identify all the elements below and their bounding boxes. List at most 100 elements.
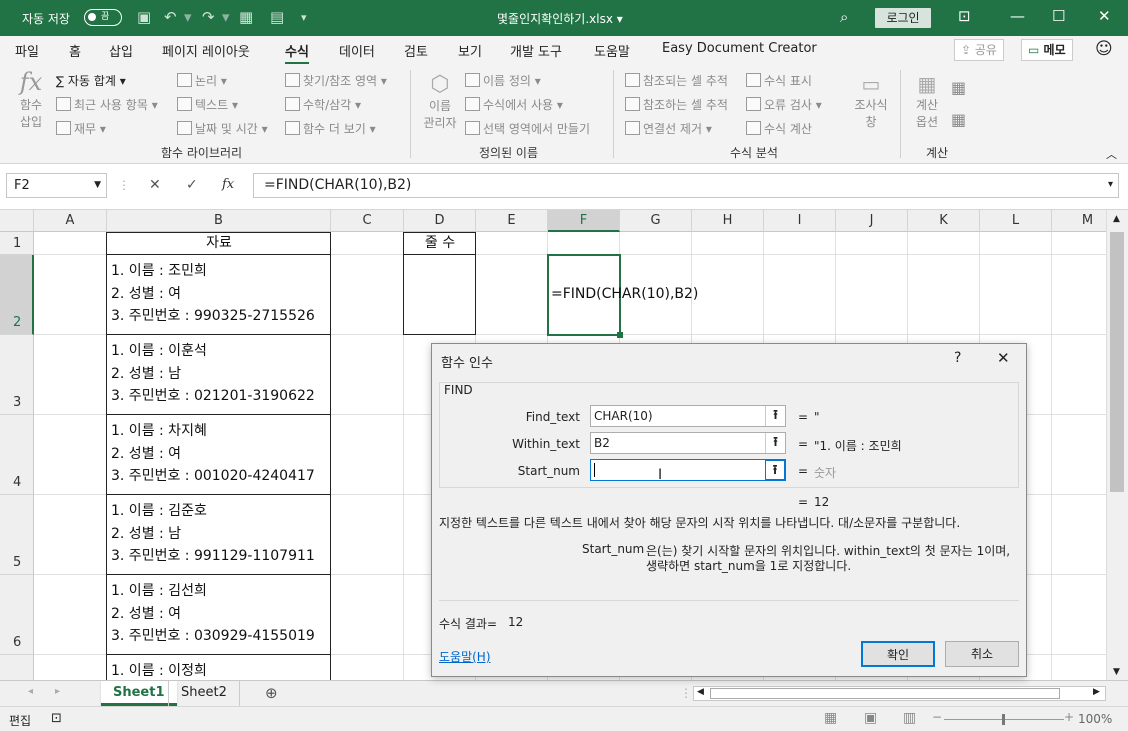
ribbon-display-icon[interactable]: ⊡	[958, 7, 971, 25]
login-button[interactable]: 로그인	[875, 8, 931, 28]
undo-icon[interactable]: ↶	[164, 8, 177, 26]
more-functions-button[interactable]: 함수 더 보기 ▾	[285, 120, 376, 137]
show-formulas-button[interactable]: 수식 표시	[746, 72, 812, 89]
tab-formulas[interactable]: 수식	[285, 41, 309, 65]
trace-dependents-button[interactable]: 참조하는 셀 추적	[625, 96, 728, 113]
zoom-slider-thumb[interactable]	[1002, 714, 1005, 725]
column-header[interactable]: A	[34, 210, 107, 232]
column-header[interactable]: E	[476, 210, 548, 232]
recent-functions-button[interactable]: 최근 사용 항목 ▾	[56, 96, 158, 113]
page-layout-view-icon[interactable]: ▣	[864, 710, 877, 726]
lookup-reference-button[interactable]: 찾기/참조 영역 ▾	[285, 72, 387, 89]
column-header[interactable]: D	[404, 210, 476, 232]
zoom-out-icon[interactable]: −	[932, 710, 942, 724]
fill-handle[interactable]	[617, 332, 623, 338]
cancel-button[interactable]: 취소	[945, 641, 1019, 667]
macro-record-icon[interactable]: ⊡	[51, 711, 62, 726]
row-header[interactable]: 2	[0, 255, 34, 335]
cell-b2[interactable]: 1. 이름 : 조민희 2. 성별 : 여 3. 주민번호 : 990325-271…	[111, 260, 315, 328]
financial-button[interactable]: 재무 ▾	[56, 120, 106, 137]
share-button[interactable]: ⇪ 공유	[954, 39, 1004, 61]
add-sheet-icon[interactable]: ⊕	[265, 684, 278, 702]
cell-b1[interactable]: 자료	[107, 232, 331, 255]
within-text-input[interactable]: B2 ⭱	[590, 432, 786, 454]
row-header[interactable]: 4	[0, 415, 34, 495]
cell-d1[interactable]: 줄 수	[404, 232, 476, 255]
row-header[interactable]: 3	[0, 335, 34, 415]
tab-help[interactable]: 도움말	[594, 41, 630, 60]
customize-qat-icon[interactable]: ▾	[301, 11, 307, 24]
cell-b7[interactable]: 1. 이름 : 이정희	[111, 660, 207, 680]
redo-dropdown-icon[interactable]: ▾	[222, 8, 230, 26]
remove-arrows-button[interactable]: 연결선 제거 ▾	[625, 120, 712, 137]
calculate-now-icon[interactable]: ▦	[951, 78, 966, 97]
row-header[interactable]: 6	[0, 575, 34, 655]
undo-dropdown-icon[interactable]: ▾	[184, 8, 192, 26]
minimize-icon[interactable]: —	[1010, 7, 1025, 25]
column-header[interactable]: C	[331, 210, 404, 232]
cell-b6[interactable]: 1. 이름 : 김선희 2. 성별 : 여 3. 주민번호 : 030929-415…	[111, 580, 315, 648]
calculate-sheet-icon[interactable]: ▦	[951, 110, 966, 129]
enter-formula-icon[interactable]: ✓	[186, 177, 198, 193]
text-button[interactable]: 텍스트 ▾	[177, 96, 238, 113]
column-header[interactable]: H	[692, 210, 764, 232]
collapse-dialog-icon[interactable]: ⭱	[765, 433, 785, 453]
column-header[interactable]: F	[548, 210, 620, 232]
formula-input[interactable]: =FIND(CHAR(10),B2)	[253, 173, 1119, 198]
scroll-right-icon[interactable]: ▶	[1093, 687, 1100, 697]
row-header[interactable]: 5	[0, 495, 34, 575]
page-break-view-icon[interactable]: ▥	[903, 710, 916, 726]
evaluate-formula-button[interactable]: 수식 계산	[746, 120, 812, 137]
autosave-toggle[interactable]: 끔	[84, 9, 122, 26]
search-icon[interactable]: ⌕	[840, 8, 848, 26]
tab-splitter-icon[interactable]: ⋮	[680, 686, 692, 700]
column-header[interactable]: J	[836, 210, 908, 232]
help-link[interactable]: 도움말(H)	[439, 648, 491, 665]
horizontal-scroll-thumb[interactable]	[710, 688, 1060, 699]
ok-button[interactable]: 확인	[861, 641, 935, 667]
redo-icon[interactable]: ↷	[202, 8, 215, 26]
autosum-button[interactable]: ∑ 자동 합계 ▾	[56, 72, 126, 89]
help-icon[interactable]: ?	[954, 350, 961, 366]
cell-b5[interactable]: 1. 이름 : 김준호 2. 성별 : 남 3. 주민번호 : 991129-110…	[111, 500, 315, 568]
collapse-ribbon-icon[interactable]: ︿	[1106, 146, 1117, 162]
scroll-up-icon[interactable]: ▲	[1113, 214, 1120, 224]
vertical-scrollbar[interactable]: ▲ ▼	[1106, 210, 1128, 680]
column-header[interactable]: K	[908, 210, 980, 232]
define-name-button[interactable]: 이름 정의 ▾	[465, 72, 541, 89]
scroll-thumb[interactable]	[1110, 232, 1124, 492]
close-icon[interactable]: ✕	[1098, 7, 1111, 25]
tab-home[interactable]: 홈	[69, 41, 81, 60]
tab-data[interactable]: 데이터	[339, 41, 375, 60]
column-header[interactable]: L	[980, 210, 1052, 232]
use-in-formula-button[interactable]: 수식에서 사용 ▾	[465, 96, 563, 113]
calculation-options-button[interactable]: ▦ 계산 옵션	[908, 72, 946, 130]
tab-file[interactable]: 파일	[15, 41, 39, 60]
tab-page-layout[interactable]: 페이지 레이아웃	[162, 41, 250, 60]
column-header[interactable]: B	[107, 210, 331, 232]
normal-view-icon[interactable]: ▦	[824, 710, 837, 726]
memo-button[interactable]: ▭ 메모	[1021, 39, 1073, 61]
start-num-input[interactable]: ⭱	[590, 459, 786, 481]
next-sheet-icon[interactable]: ▸	[55, 686, 60, 697]
tab-insert[interactable]: 삽입	[109, 41, 133, 60]
tab-review[interactable]: 검토	[404, 41, 428, 60]
logical-button[interactable]: 논리 ▾	[177, 72, 227, 89]
find-text-input[interactable]: CHAR(10) ⭱	[590, 405, 786, 427]
horizontal-scrollbar[interactable]: ◀ ▶	[693, 686, 1106, 701]
sheet-tab[interactable]: Sheet1	[101, 681, 177, 706]
collapse-dialog-icon[interactable]: ⭱	[765, 460, 785, 480]
tab-developer[interactable]: 개발 도구	[510, 41, 562, 60]
collapse-dialog-icon[interactable]: ⭱	[765, 406, 785, 426]
insert-function-button[interactable]: fx 함수 삽입	[16, 68, 46, 130]
scroll-down-icon[interactable]: ▼	[1113, 667, 1120, 677]
insert-function-icon[interactable]: fx	[222, 177, 234, 192]
date-time-button[interactable]: 날짜 및 시간 ▾	[177, 120, 268, 137]
zoom-in-icon[interactable]: +	[1064, 710, 1074, 724]
prev-sheet-icon[interactable]: ◂	[28, 686, 33, 697]
sheet-tab[interactable]: Sheet2	[168, 681, 240, 706]
name-box[interactable]: F2 ▼	[6, 173, 107, 198]
form-icon[interactable]: ▤	[270, 8, 284, 26]
name-manager-button[interactable]: ⬡ 이름 관리자	[420, 72, 460, 131]
trace-precedents-button[interactable]: 참조되는 셀 추적	[625, 72, 728, 89]
